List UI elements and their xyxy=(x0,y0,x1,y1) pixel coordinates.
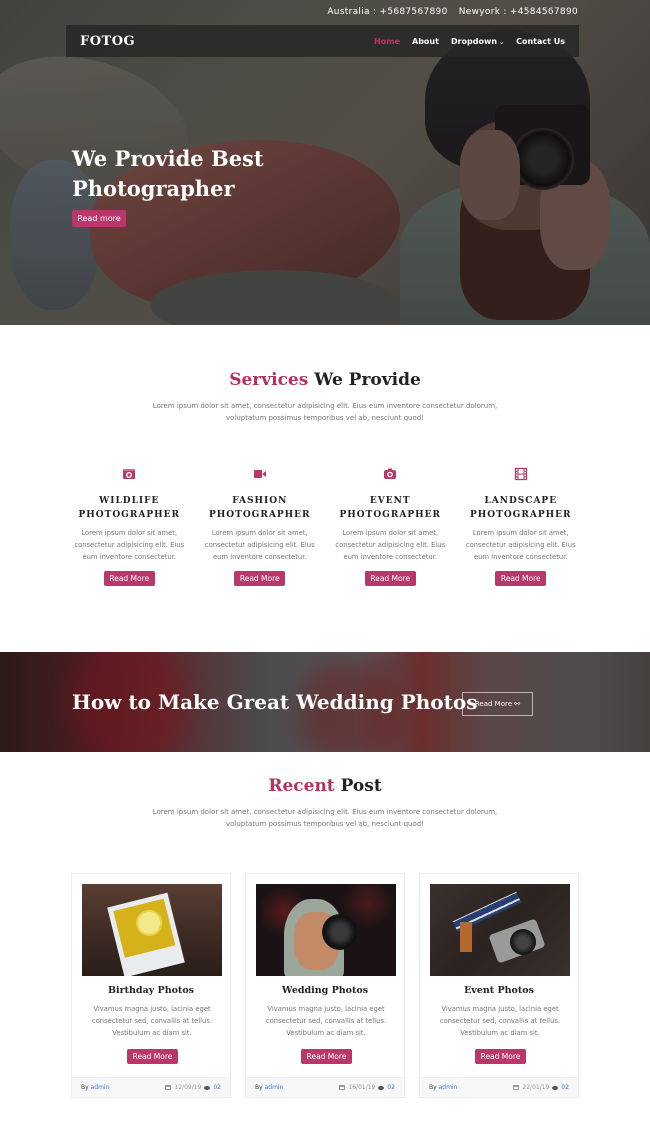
post-author-link[interactable]: admin xyxy=(439,1084,458,1091)
post-description: Vivamus magna justo, lacinia eget consec… xyxy=(439,1005,561,1037)
wedding-photos-banner: How to Make Great Wedding Photos xyxy=(0,652,650,752)
hero-title-line1: We Provide Best xyxy=(72,146,264,171)
post-comment-count[interactable]: 02 xyxy=(387,1084,395,1091)
nav-item-dropdown[interactable]: Dropdown ⌄ xyxy=(451,37,504,46)
post-footer: By admin 22/01/19 02 xyxy=(420,1077,578,1097)
services-description: Lorem ipsum dolor sit amet, consectetur … xyxy=(152,402,498,422)
service-title: EVENT xyxy=(369,496,411,506)
services-title-rest: We Provide xyxy=(314,370,421,390)
post-card: Birthday Photos Vivamus magna justo, lac… xyxy=(71,873,231,1098)
post-card: Event Photos Vivamus magna justo, lacini… xyxy=(419,873,579,1098)
service-description: Lorem ipsum dolor sit amet, consectetur … xyxy=(204,529,315,561)
post-title[interactable]: Wedding Photos xyxy=(246,985,404,996)
contact-newyork: Newyork : +4584567890 xyxy=(458,7,578,17)
video-camera-icon xyxy=(253,470,266,478)
nav-item-home[interactable]: Home xyxy=(374,37,400,46)
nav-menu: Home About Dropdown ⌄ Contact Us xyxy=(374,37,565,46)
post-read-more-button[interactable]: Read More xyxy=(127,1049,178,1064)
banner-title: How to Make Great Wedding Photos xyxy=(72,690,478,714)
service-subtitle: PHOTOGRAPHER xyxy=(209,510,311,520)
service-card: WILDLIFE PHOTOGRAPHER Lorem ipsum dolor s… xyxy=(64,466,195,586)
recent-post-description: Lorem ipsum dolor sit amet, consectetur … xyxy=(152,808,498,828)
service-read-more-button[interactable]: Read More xyxy=(364,571,416,586)
comment-icon xyxy=(204,1085,211,1090)
service-subtitle: PHOTOGRAPHER xyxy=(78,510,180,520)
post-title[interactable]: Birthday Photos xyxy=(72,985,230,996)
service-subtitle: PHOTOGRAPHER xyxy=(470,510,572,520)
camera-icon xyxy=(384,468,397,479)
comment-icon xyxy=(378,1085,385,1090)
service-description: Lorem ipsum dolor sit amet, consectetur … xyxy=(74,529,185,561)
service-title: LANDSCAPE xyxy=(484,496,558,506)
calendar-icon xyxy=(513,1085,520,1090)
service-card: LANDSCAPE PHOTOGRAPHER Lorem ipsum dolor … xyxy=(456,466,587,586)
post-author-link[interactable]: admin xyxy=(91,1084,110,1091)
services-title-accent: Services xyxy=(229,370,309,390)
banner-read-more-button[interactable]: Read More ⚯ xyxy=(462,692,533,716)
recent-post-title-accent: Recent xyxy=(268,776,335,796)
service-description: Lorem ipsum dolor sit amet, consectetur … xyxy=(465,529,576,561)
service-title: WILDLIFE xyxy=(99,496,160,506)
recent-post-title: Recent Post xyxy=(0,776,650,796)
comment-icon xyxy=(552,1085,559,1090)
topbar-contacts: Australia : +5687567890 Newyork : +45845… xyxy=(327,7,578,17)
banner-button-label: Read More xyxy=(474,700,513,708)
service-read-more-button[interactable]: Read More xyxy=(234,571,286,586)
post-image-birthday[interactable] xyxy=(82,884,222,976)
service-read-more-button[interactable]: Read More xyxy=(103,571,155,586)
film-icon xyxy=(514,467,527,481)
post-description: Vivamus magna justo, lacinia eget consec… xyxy=(265,1005,387,1037)
recent-post-title-rest: Post xyxy=(340,776,382,796)
post-by-label: By xyxy=(429,1084,437,1091)
post-comment-count[interactable]: 02 xyxy=(561,1084,569,1091)
calendar-icon xyxy=(339,1085,346,1090)
hero-section: Australia : +5687567890 Newyork : +45845… xyxy=(0,0,650,325)
photo-camera-icon xyxy=(123,469,136,479)
calendar-icon xyxy=(165,1085,172,1090)
chevron-down-icon: ⌄ xyxy=(499,38,505,46)
service-card: FASHION PHOTOGRAPHER Lorem ipsum dolor si… xyxy=(195,466,326,586)
service-description: Lorem ipsum dolor sit amet, consectetur … xyxy=(335,529,446,561)
post-by-label: By xyxy=(255,1084,263,1091)
post-footer: By admin 12/09/19 02 xyxy=(72,1077,230,1097)
nav-item-contact-us[interactable]: Contact Us xyxy=(516,37,565,46)
post-footer: By admin 16/01/19 02 xyxy=(246,1077,404,1097)
navbar: FOTOG Home About Dropdown ⌄ Contact Us xyxy=(66,25,579,57)
hero-title-line2: Photographer xyxy=(72,176,235,201)
post-read-more-button[interactable]: Read More xyxy=(301,1049,352,1064)
post-card: Wedding Photos Vivamus magna justo, laci… xyxy=(245,873,405,1098)
service-subtitle: PHOTOGRAPHER xyxy=(339,510,441,520)
link-icon: ⚯ xyxy=(514,700,521,708)
services-title: Services We Provide xyxy=(0,370,650,390)
post-image-event[interactable] xyxy=(430,884,570,976)
post-image-wedding[interactable] xyxy=(256,884,396,976)
brand-logo[interactable]: FOTOG xyxy=(80,34,135,49)
nav-item-dropdown-label: Dropdown xyxy=(450,36,498,46)
post-date: 22/01/19 xyxy=(522,1084,550,1091)
posts-list: Birthday Photos Vivamus magna justo, lac… xyxy=(71,873,579,1098)
post-date: 16/01/19 xyxy=(348,1084,376,1091)
service-card: EVENT PHOTOGRAPHER Lorem ipsum dolor sit … xyxy=(325,466,456,586)
service-title: FASHION xyxy=(232,496,288,506)
service-read-more-button[interactable]: Read More xyxy=(495,571,547,586)
nav-item-about[interactable]: About xyxy=(412,37,439,46)
post-title[interactable]: Event Photos xyxy=(420,985,578,996)
post-comment-count[interactable]: 02 xyxy=(213,1084,221,1091)
hero-read-more-button[interactable]: Read more xyxy=(72,210,126,227)
services-list: WILDLIFE PHOTOGRAPHER Lorem ipsum dolor s… xyxy=(64,466,586,586)
post-by-label: By xyxy=(81,1084,89,1091)
hero-title: We Provide Best Photographer xyxy=(72,144,264,204)
post-date: 12/09/19 xyxy=(174,1084,202,1091)
post-description: Vivamus magna justo, lacinia eget consec… xyxy=(91,1005,213,1037)
contact-australia: Australia : +5687567890 xyxy=(327,7,448,17)
post-read-more-button[interactable]: Read More xyxy=(475,1049,526,1064)
post-author-link[interactable]: admin xyxy=(265,1084,284,1091)
